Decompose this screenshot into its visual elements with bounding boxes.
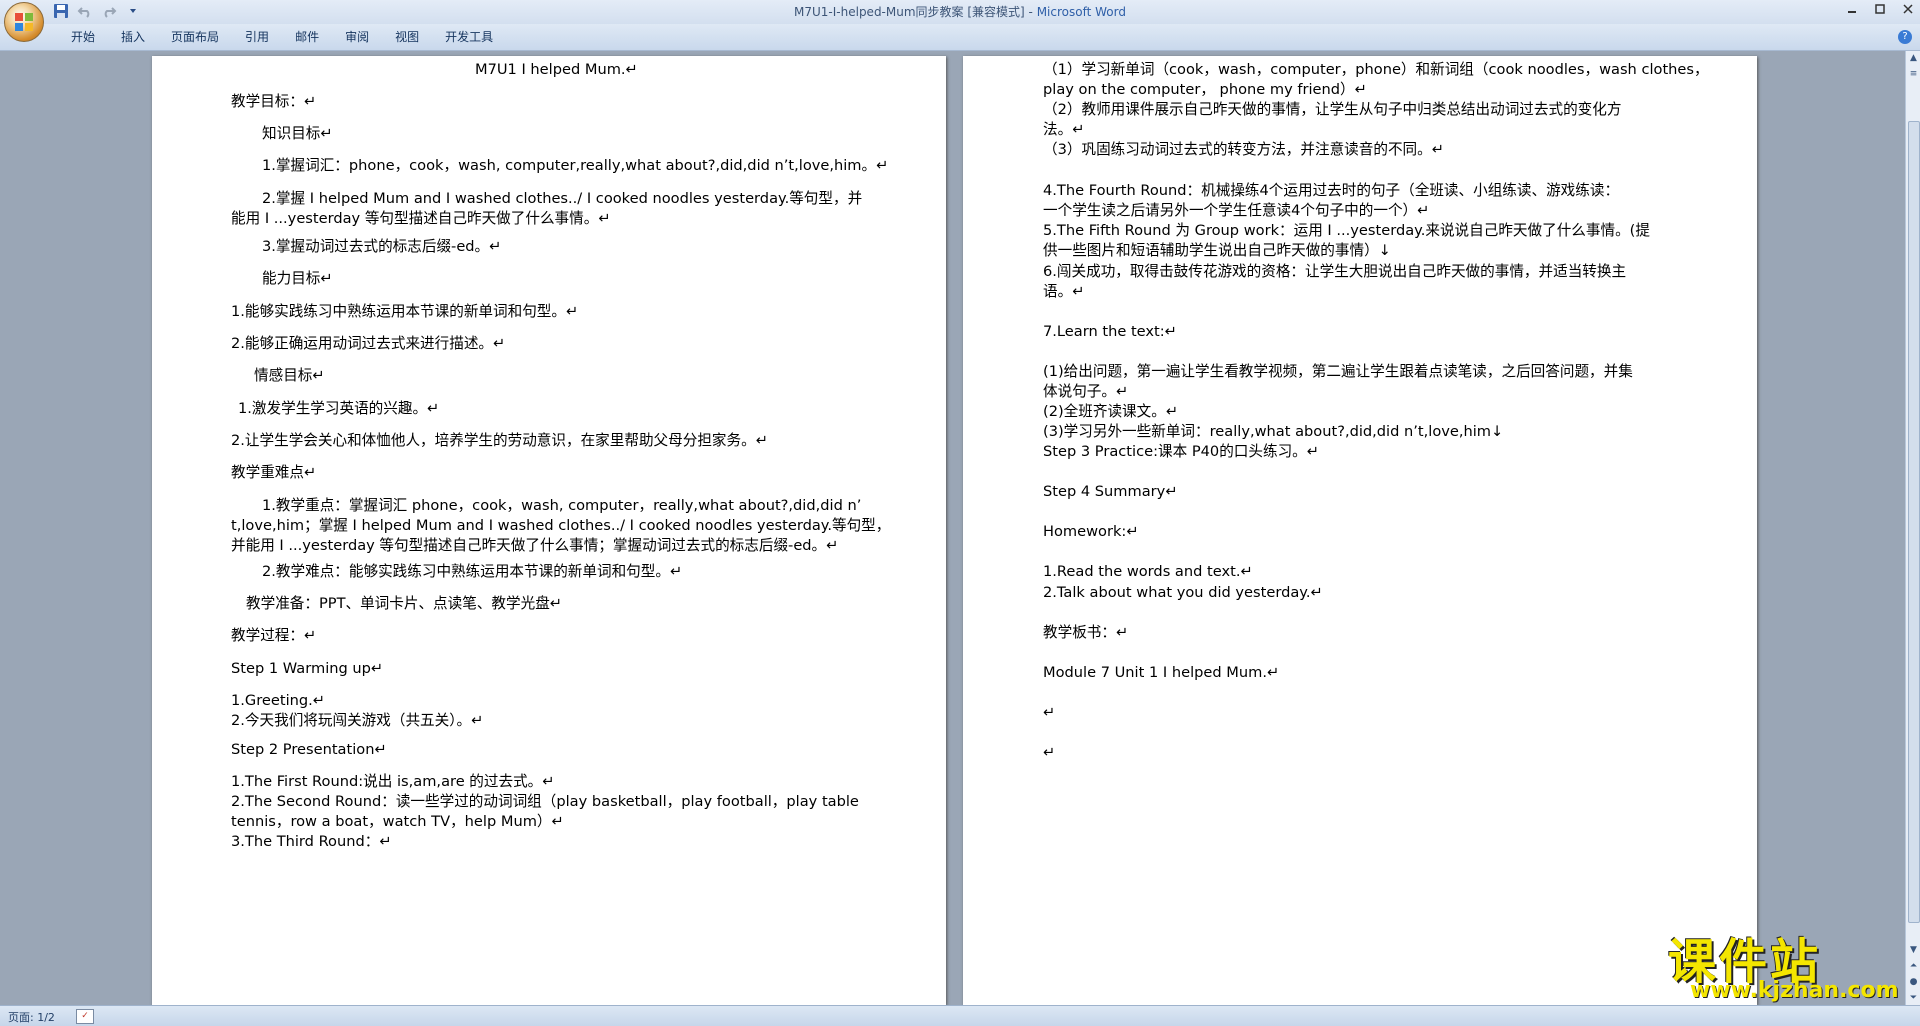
vertical-scrollbar[interactable]: ▲ ≡ ▼ ⏶ ● ⏷ — [1905, 51, 1920, 1005]
ribbon-tab-bar: 开始 插入 页面布局 引用 邮件 审阅 视图 开发工具 ? — [0, 24, 1920, 51]
tab-home[interactable]: 开始 — [58, 24, 108, 44]
doc-paragraph: 2.教学难点：能够实践练习中熟练运用本节课的新单词和句型。↵ — [262, 563, 683, 580]
proofing-icon[interactable]: ✓ — [76, 1009, 94, 1024]
doc-paragraph: 能力目标↵ — [262, 270, 333, 287]
doc-paragraph: 1.掌握词汇：phone，cook，wash, computer,really,… — [262, 157, 889, 174]
help-icon[interactable]: ? — [1898, 30, 1912, 44]
doc-paragraph: (3)学习另外一些新单词：really,what about?,did,did … — [1043, 423, 1504, 440]
doc-paragraph: （1）学习新单词（cook，wash，computer，phone）和新词组（c… — [1043, 61, 1709, 78]
minimize-icon[interactable] — [1846, 3, 1858, 18]
scrollbar-thumb[interactable] — [1908, 121, 1920, 923]
doc-paragraph: Module 7 Unit 1 I helped Mum.↵ — [1043, 664, 1280, 681]
save-icon[interactable] — [52, 3, 70, 20]
chevron-down-icon[interactable] — [124, 3, 142, 20]
window-title: M7U1-I-helped-Mum同步教案 [兼容模式] - Microsoft… — [794, 5, 1126, 19]
next-page-icon[interactable]: ⏷ — [1907, 991, 1920, 1005]
doc-paragraph: 1.激发学生学习英语的兴趣。↵ — [238, 400, 440, 417]
window-controls — [1846, 3, 1914, 18]
doc-paragraph: 2.The Second Round：读一些学过的动词词组（play baske… — [231, 793, 859, 810]
doc-paragraph: 语。↵ — [1043, 283, 1085, 300]
ruler-toggle-icon[interactable]: ≡ — [1907, 67, 1920, 81]
doc-paragraph: 1.The First Round:说出 is,am,are 的过去式。↵ — [231, 773, 555, 790]
office-button[interactable] — [4, 2, 44, 42]
doc-paragraph: 6.闯关成功，取得击鼓传花游戏的资格：让学生大胆说出自己昨天做的事情，并适当转换… — [1043, 263, 1627, 280]
doc-paragraph: ↵ — [1043, 744, 1056, 761]
ribbon-tabs: 开始 插入 页面布局 引用 邮件 审阅 视图 开发工具 — [58, 24, 506, 44]
doc-paragraph: （2）教师用课件展示自己昨天做的事情，让学生从句子中归类总结出动词过去式的变化方 — [1043, 101, 1622, 118]
doc-paragraph: 7.Learn the text:↵ — [1043, 323, 1177, 340]
doc-paragraph: 教学目标：↵ — [231, 93, 317, 110]
doc-paragraph: 2.今天我们将玩闯关游戏（共五关）。↵ — [231, 712, 484, 729]
doc-paragraph: 5.The Fifth Round 为 Group work：运用 I ...y… — [1043, 222, 1650, 239]
document-page-2[interactable]: （1）学习新单词（cook，wash，computer，phone）和新词组（c… — [963, 56, 1757, 1005]
scroll-up-icon[interactable]: ▲ — [1907, 51, 1920, 65]
undo-icon[interactable] — [76, 3, 94, 20]
doc-paragraph: 能用 I ...yesterday 等句型描述自己昨天做了什么事情。↵ — [231, 210, 611, 227]
doc-paragraph: (1)给出问题，第一遍让学生看教学视频，第二遍让学生跟着点读笔读，之后回答问题，… — [1043, 363, 1633, 380]
title-bar: M7U1-I-helped-Mum同步教案 [兼容模式] - Microsoft… — [0, 0, 1920, 24]
doc-paragraph: 2.让学生学会关心和体恤他人，培养学生的劳动意识，在家里帮助父母分担家务。↵ — [231, 432, 768, 449]
doc-paragraph: t,love,him；掌握 I helped Mum and I washed … — [231, 517, 891, 534]
doc-paragraph: 1.Greeting.↵ — [231, 692, 326, 709]
doc-paragraph: Step 4 Summary↵ — [1043, 483, 1178, 500]
doc-paragraph: 1.教学重点：掌握词汇 phone，cook，wash, computer，re… — [262, 497, 862, 514]
tab-developer[interactable]: 开发工具 — [432, 24, 506, 44]
site-watermark: 课件站 www.kjzhan.com — [1668, 922, 1908, 1003]
previous-page-icon[interactable]: ⏶ — [1907, 959, 1920, 973]
doc-paragraph: 一个学生读之后请另外一个学生任意读4个句子中的一个）↵ — [1043, 202, 1430, 219]
app-name: Microsoft Word — [1036, 5, 1126, 19]
status-bar: 页面: 1/2 ✓ — [0, 1005, 1920, 1026]
close-icon[interactable] — [1902, 3, 1914, 18]
doc-paragraph: Step 1 Warming up↵ — [231, 660, 384, 677]
doc-title: M7U1 I helped Mum.↵ — [475, 61, 638, 78]
doc-paragraph: (2)全班齐读课文。↵ — [1043, 403, 1179, 420]
doc-paragraph: 体说句子。↵ — [1043, 383, 1129, 400]
doc-paragraph: Homework:↵ — [1043, 523, 1139, 540]
doc-paragraph: 2.能够正确运用动词过去式来进行描述。↵ — [231, 335, 506, 352]
doc-paragraph: 知识目标↵ — [262, 125, 333, 142]
page-count[interactable]: 页面: 1/2 — [8, 1009, 55, 1025]
doc-paragraph: 法。↵ — [1043, 121, 1085, 138]
tab-review[interactable]: 审阅 — [332, 24, 382, 44]
scroll-down-icon[interactable]: ▼ — [1907, 943, 1920, 957]
doc-paragraph: play on the computer， phone my friend）↵ — [1043, 81, 1367, 98]
document-title: M7U1-I-helped-Mum同步教案 [兼容模式] — [794, 5, 1025, 19]
doc-paragraph: ↵ — [1043, 704, 1056, 721]
tab-mailings[interactable]: 邮件 — [282, 24, 332, 44]
doc-paragraph: （3）巩固练习动词过去式的转变方法，并注意读音的不同。↵ — [1043, 141, 1444, 158]
doc-paragraph: 情感目标↵ — [254, 367, 325, 384]
doc-paragraph: 4.The Fourth Round：机械操练4个运用过去时的句子（全班读、小组… — [1043, 182, 1620, 199]
doc-paragraph: 教学板书：↵ — [1043, 624, 1129, 641]
doc-paragraph: 3.The Third Round：↵ — [231, 833, 392, 850]
doc-paragraph: 2.Talk about what you did yesterday.↵ — [1043, 584, 1323, 601]
doc-paragraph: 教学重难点↵ — [231, 464, 317, 481]
tab-insert[interactable]: 插入 — [108, 24, 158, 44]
office-logo-icon — [15, 13, 33, 31]
browse-object-icon[interactable]: ● — [1907, 975, 1920, 989]
tab-page-layout[interactable]: 页面布局 — [158, 24, 232, 44]
doc-paragraph: 2.掌握 I helped Mum and I washed clothes..… — [262, 190, 863, 207]
redo-icon[interactable] — [100, 3, 118, 20]
quick-access-toolbar — [52, 3, 142, 20]
doc-paragraph: 教学过程：↵ — [231, 627, 317, 644]
maximize-icon[interactable] — [1874, 3, 1886, 18]
doc-paragraph: Step 3 Practice:课本 P40的口头练习。↵ — [1043, 443, 1319, 460]
doc-paragraph: 1.Read the words and text.↵ — [1043, 563, 1253, 580]
doc-paragraph: 供一些图片和短语辅助学生说出自己昨天做的事情）↓ — [1043, 242, 1391, 259]
doc-paragraph: 3.掌握动词过去式的标志后缀-ed。↵ — [262, 238, 502, 255]
watermark-url: www.kjzhan.com — [1690, 978, 1899, 1003]
tab-view[interactable]: 视图 — [382, 24, 432, 44]
doc-paragraph: 1.能够实践练习中熟练运用本节课的新单词和句型。↵ — [231, 303, 579, 320]
doc-paragraph: 并能用 I ...yesterday 等句型描述自己昨天做了什么事情；掌握动词过… — [231, 537, 839, 554]
doc-paragraph: tennis，row a boat，watch TV，help Mum）↵ — [231, 813, 564, 830]
document-page-1[interactable]: M7U1 I helped Mum.↵ 教学目标：↵ 知识目标↵ 1.掌握词汇：… — [152, 56, 946, 1005]
document-workspace: M7U1 I helped Mum.↵ 教学目标：↵ 知识目标↵ 1.掌握词汇：… — [0, 51, 1905, 1005]
doc-paragraph: Step 2 Presentation↵ — [231, 741, 387, 758]
tab-references[interactable]: 引用 — [232, 24, 282, 44]
doc-paragraph: 教学准备：PPT、单词卡片、点读笔、教学光盘↵ — [246, 595, 563, 612]
